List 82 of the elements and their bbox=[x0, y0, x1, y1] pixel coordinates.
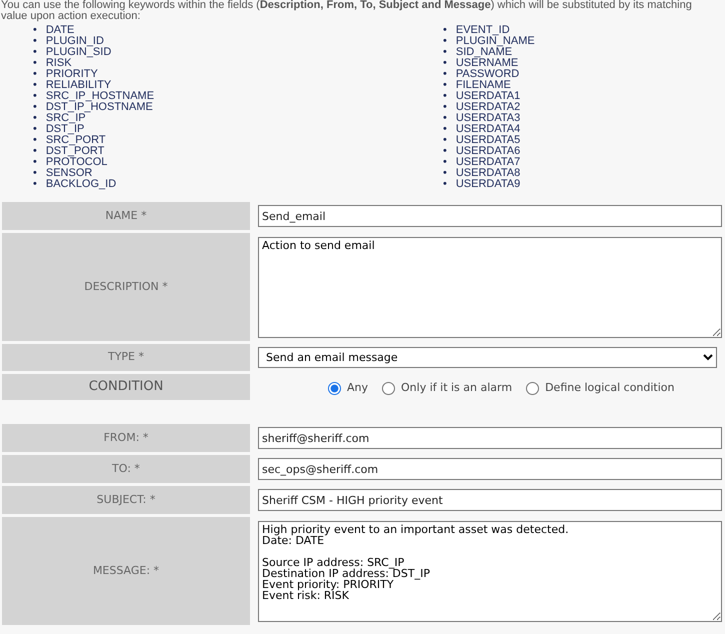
bullet: • bbox=[33, 157, 37, 168]
keyword-item: DST_PORT bbox=[46, 146, 104, 157]
keyword-item: PRIORITY bbox=[46, 69, 98, 80]
bullet: • bbox=[33, 36, 37, 47]
bullet: • bbox=[443, 168, 447, 179]
bullet: • bbox=[33, 102, 37, 113]
keyword-item: SRC_IP bbox=[46, 113, 86, 124]
field-label: FROM: * bbox=[2, 424, 250, 452]
bullet: • bbox=[443, 135, 447, 146]
bullet: • bbox=[33, 80, 37, 91]
keyword-item: EVENT_ID bbox=[456, 25, 510, 36]
radio-button[interactable] bbox=[382, 382, 396, 395]
field-label: CONDITION bbox=[2, 374, 250, 400]
keyword-item: PASSWORD bbox=[456, 69, 520, 80]
bullet: • bbox=[443, 25, 447, 36]
keyword-item: DST_IP bbox=[46, 124, 84, 135]
radio-label: Define logical condition bbox=[545, 380, 675, 396]
keyword-item: RELIABILITY bbox=[46, 80, 112, 91]
bullet: • bbox=[33, 113, 37, 124]
keyword-item: PROTOCOL bbox=[46, 157, 108, 168]
bullet: • bbox=[33, 146, 37, 157]
bullet: • bbox=[33, 47, 37, 58]
keyword-item: USERNAME bbox=[456, 58, 518, 69]
keyword-item: USERDATA2 bbox=[456, 102, 520, 113]
keyword-item: USERDATA4 bbox=[456, 124, 520, 135]
keyword-item: BACKLOG_ID bbox=[46, 179, 116, 190]
keyword-item: DATE bbox=[46, 25, 74, 36]
keyword-item: PLUGIN_ID bbox=[46, 36, 104, 47]
bullet: • bbox=[443, 157, 447, 168]
bullet: • bbox=[443, 36, 447, 47]
bullet: • bbox=[33, 179, 37, 190]
bullet: • bbox=[443, 80, 447, 91]
bullet: • bbox=[33, 124, 37, 135]
keyword-item: USERDATA8 bbox=[456, 168, 520, 179]
bullet: • bbox=[33, 168, 37, 179]
keyword-item: RISK bbox=[46, 58, 72, 69]
text-area[interactable]: High priority event to an important asset was detected. Date: DATE Source IP address: SRC_IP Destination IP address: DST_IP Event priority: PRIORITY Event risk: RISK bbox=[258, 520, 722, 622]
bullet: • bbox=[443, 47, 447, 58]
radio-label: Only if it is an alarm bbox=[401, 380, 512, 396]
intro-text: You can use the following keywords within the fields (Description, From, To, Subject and Message) which will be substituted by its matching value upon action execution: bbox=[0, 0, 693, 22]
field-label: TO: * bbox=[2, 455, 250, 483]
bullet: • bbox=[33, 91, 37, 102]
bullet: • bbox=[33, 58, 37, 69]
keyword-item: USERDATA9 bbox=[456, 179, 520, 190]
text-area[interactable]: Action to send email bbox=[258, 236, 722, 338]
bullet: • bbox=[443, 179, 447, 190]
keyword-item: USERDATA6 bbox=[456, 146, 520, 157]
bullet: • bbox=[443, 102, 447, 113]
keyword-item: SRC_IP_HOSTNAME bbox=[46, 91, 154, 102]
keyword-item: FILENAME bbox=[456, 80, 511, 91]
field-label: TYPE * bbox=[2, 344, 250, 371]
radio-button[interactable] bbox=[526, 382, 540, 395]
bullet: • bbox=[33, 25, 37, 36]
bullet: • bbox=[443, 91, 447, 102]
radio-label: Any bbox=[347, 380, 368, 396]
field-label: NAME * bbox=[2, 202, 250, 230]
keyword-item: USERDATA7 bbox=[456, 157, 520, 168]
bullet: • bbox=[33, 135, 37, 146]
bullet: • bbox=[33, 69, 37, 80]
text-field[interactable]: sheriff@sheriff.com bbox=[258, 427, 722, 449]
bullet: • bbox=[443, 58, 447, 69]
bullet: • bbox=[443, 146, 447, 157]
keyword-item: USERDATA5 bbox=[456, 135, 520, 146]
field-label: SUBJECT: * bbox=[2, 486, 250, 514]
text-field[interactable]: Sheriff CSM - HIGH priority event bbox=[258, 489, 722, 511]
text-field[interactable]: sec_ops@sheriff.com bbox=[258, 458, 722, 480]
keyword-item: PLUGIN_NAME bbox=[456, 36, 535, 47]
bullet: • bbox=[443, 124, 447, 135]
keyword-item: USERDATA3 bbox=[456, 113, 520, 124]
radio-button[interactable] bbox=[328, 382, 341, 395]
keyword-item: DST_IP_HOSTNAME bbox=[46, 102, 153, 113]
keyword-item: PLUGIN_SID bbox=[46, 47, 112, 58]
text-field[interactable]: Send_email bbox=[258, 205, 722, 227]
bullet: • bbox=[443, 113, 447, 124]
type-dropdown[interactable]: Send an email message bbox=[258, 347, 718, 368]
keyword-item: SRC_PORT bbox=[46, 135, 106, 146]
keyword-item: SENSOR bbox=[46, 168, 92, 179]
keyword-item: USERDATA1 bbox=[456, 91, 520, 102]
field-label: DESCRIPTION * bbox=[2, 233, 250, 341]
keyword-item: SID_NAME bbox=[456, 47, 512, 58]
field-label: MESSAGE: * bbox=[2, 517, 250, 625]
bullet: • bbox=[443, 69, 447, 80]
